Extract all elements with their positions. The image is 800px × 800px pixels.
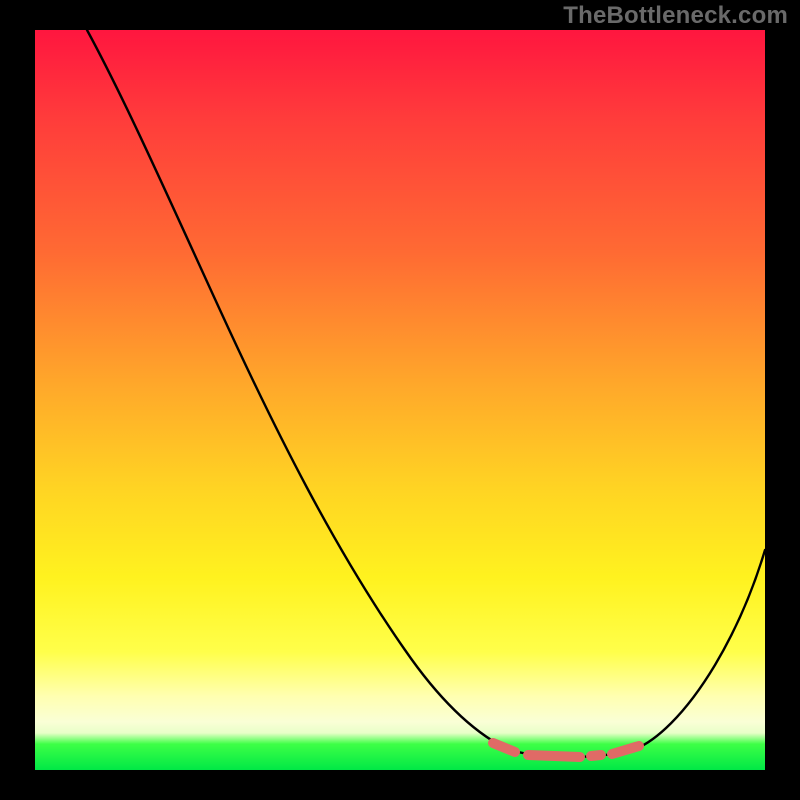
watermark-text: TheBottleneck.com xyxy=(563,2,788,30)
bottleneck-curve xyxy=(87,30,765,750)
plot-area xyxy=(35,30,765,770)
trough-marker xyxy=(493,743,639,757)
chart-frame: TheBottleneck.com xyxy=(0,0,800,800)
curve-svg xyxy=(35,30,765,770)
